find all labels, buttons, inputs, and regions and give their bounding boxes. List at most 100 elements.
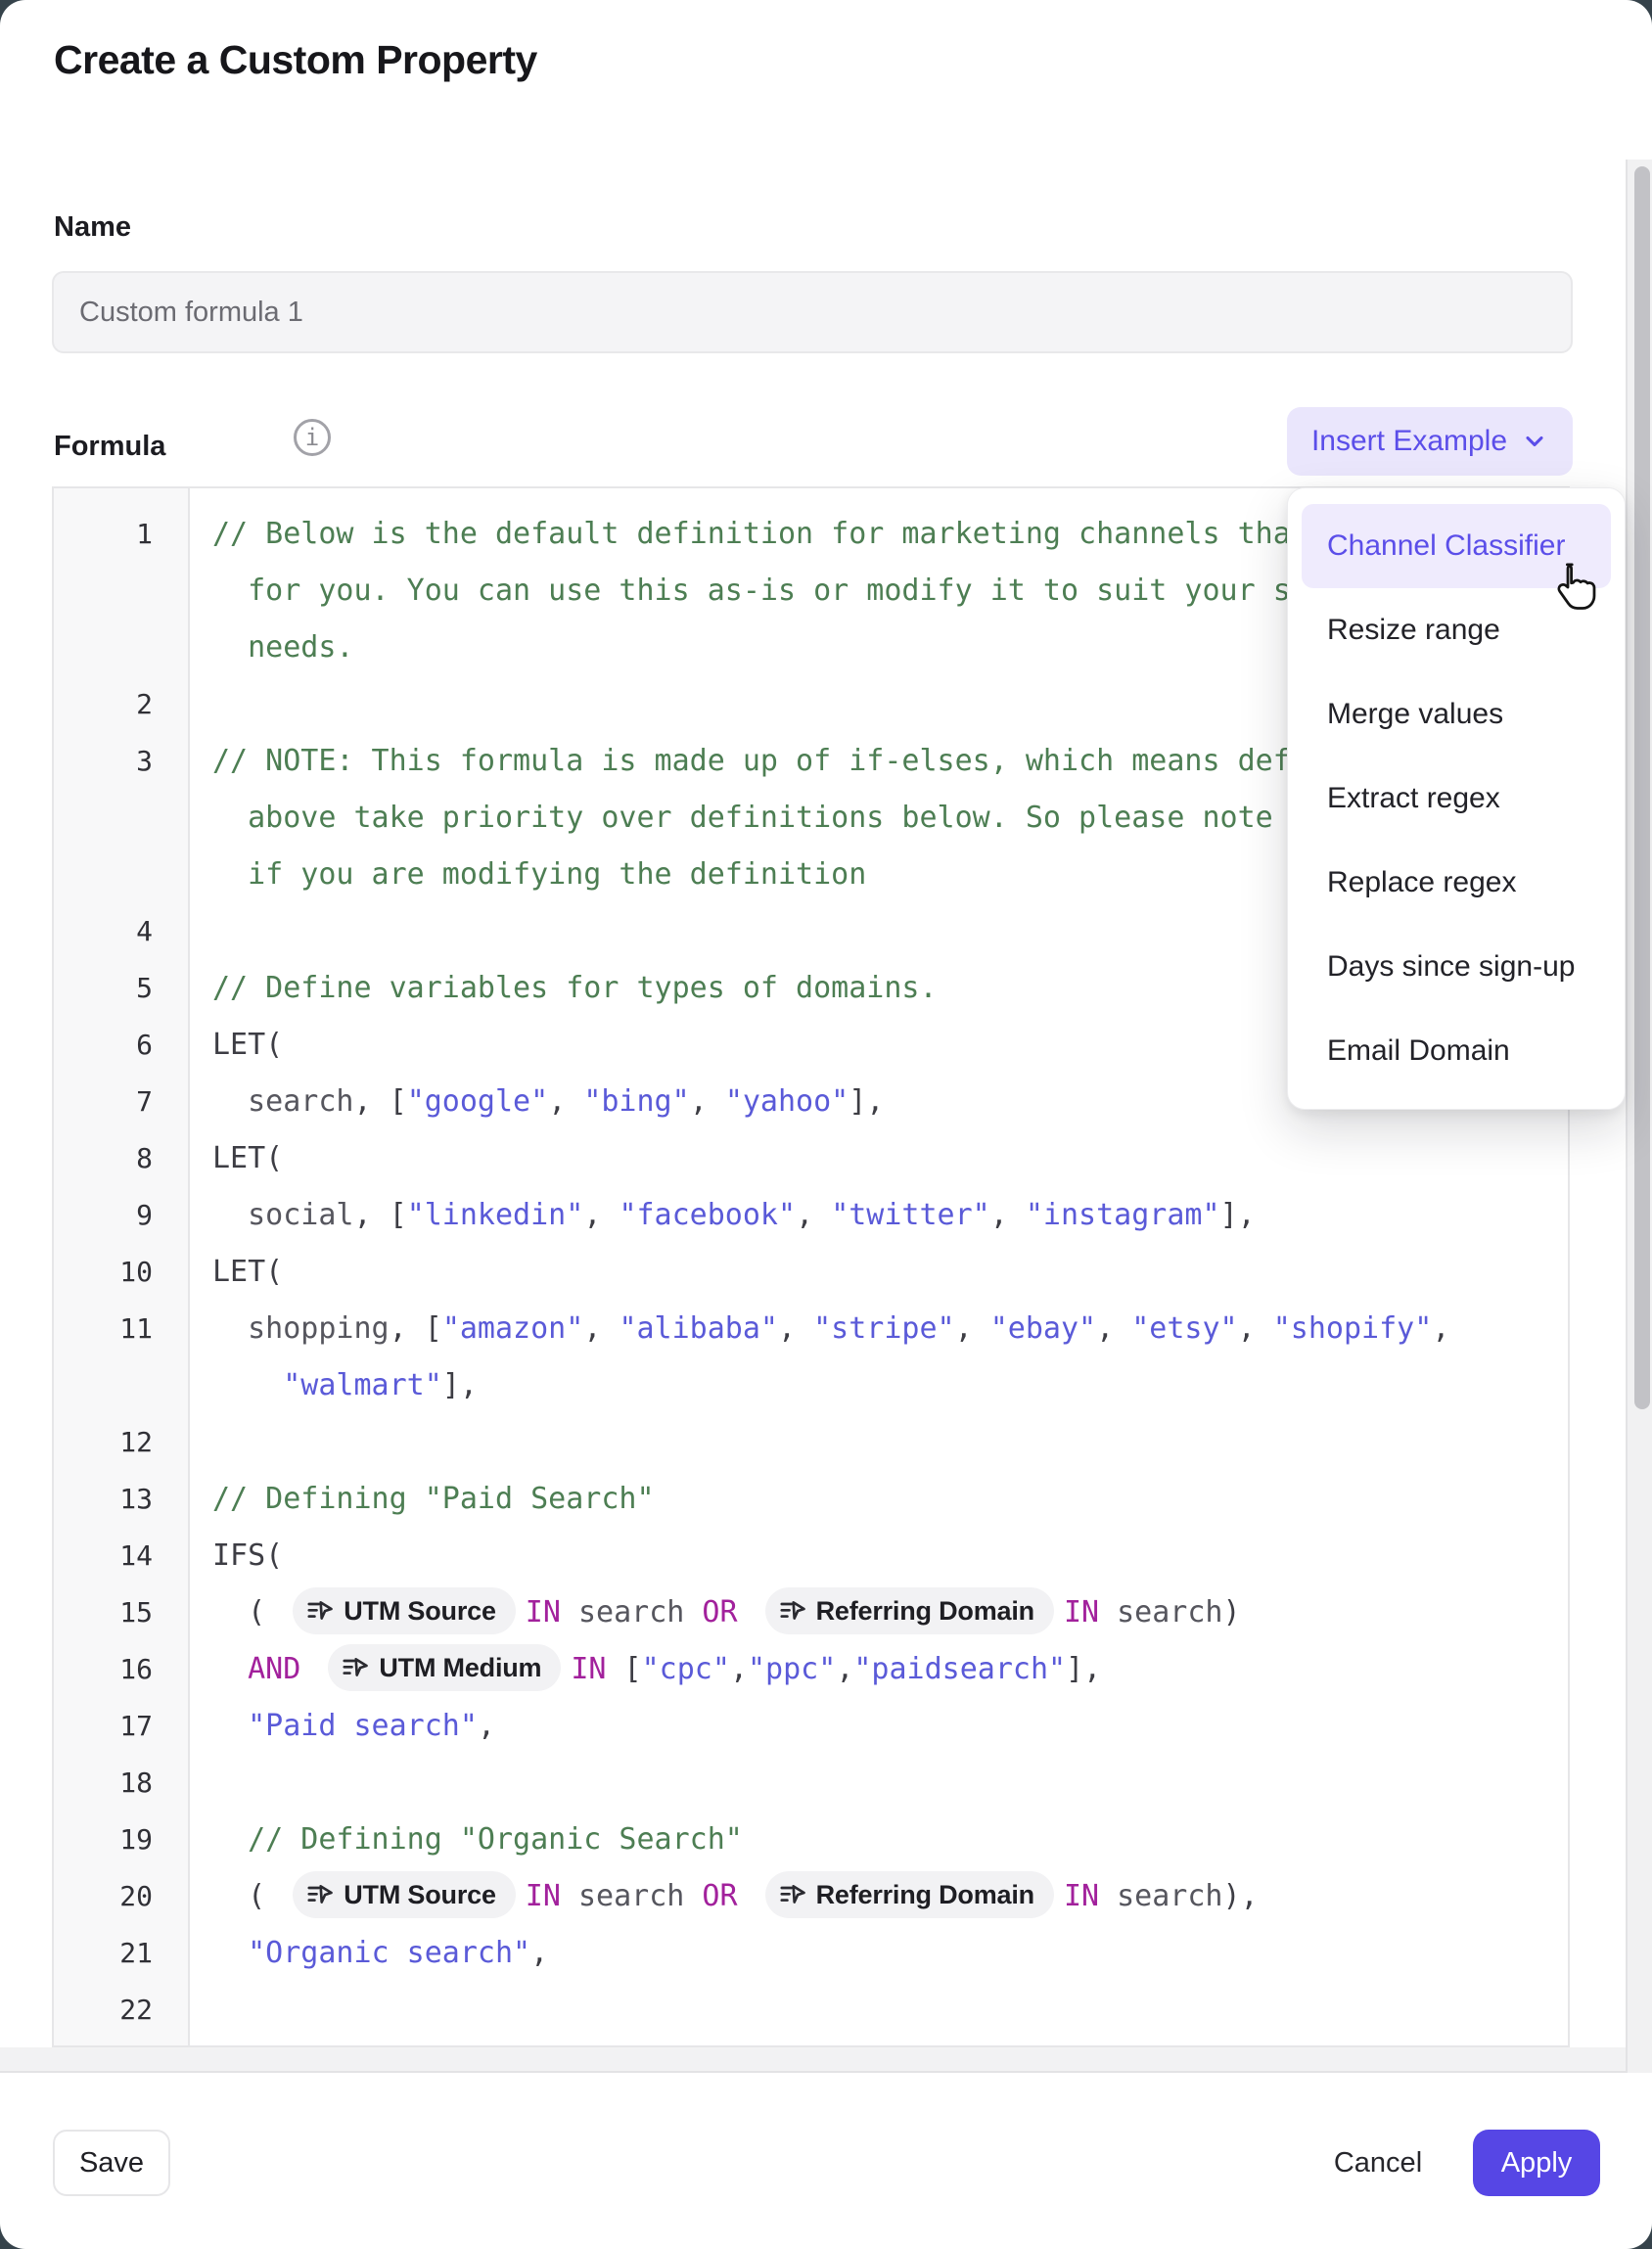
line-number: 7 — [54, 1074, 188, 1130]
cancel-button[interactable]: Cancel — [1324, 2130, 1432, 2196]
insert-example-button[interactable]: Insert Example — [1287, 407, 1573, 476]
insert-example-label: Insert Example — [1311, 425, 1507, 458]
info-icon[interactable]: i — [294, 419, 331, 456]
line-number: 20 — [54, 1868, 188, 1925]
code-line[interactable]: for you. You can use this as-is or modif… — [188, 563, 1414, 620]
line-number: 9 — [54, 1187, 188, 1244]
line-number: 16 — [54, 1641, 188, 1698]
code-line[interactable]: // Defining "Paid Search" — [188, 1471, 655, 1528]
code-line[interactable]: "Paid search", — [188, 1698, 495, 1755]
property-chip-referring-domain[interactable]: Referring Domain — [765, 1587, 1054, 1634]
code-line[interactable]: ( UTM SourceIN search OR Referring Domai… — [188, 1584, 1241, 1641]
code-line[interactable]: LET( — [188, 1130, 283, 1187]
chevron-down-icon — [1521, 428, 1548, 455]
code-line[interactable] — [188, 903, 212, 960]
formula-label: Formula — [54, 431, 165, 463]
line-number — [54, 1357, 188, 1414]
save-button[interactable]: Save — [53, 2130, 170, 2196]
code-line[interactable] — [188, 1982, 212, 2039]
line-number: 5 — [54, 960, 188, 1017]
menu-item-email-domain[interactable]: Email Domain — [1302, 1009, 1611, 1093]
property-chip-utm-source[interactable]: UTM Source — [293, 1871, 516, 1918]
property-chip-label: UTM Medium — [379, 1639, 541, 1696]
line-number: 11 — [54, 1301, 188, 1357]
menu-item-channel-classifier[interactable]: Channel Classifier — [1302, 504, 1611, 588]
line-number: 4 — [54, 903, 188, 960]
menu-item-extract-regex[interactable]: Extract regex — [1302, 757, 1611, 841]
line-number — [54, 620, 188, 676]
property-chip-utm-medium[interactable]: UTM Medium — [328, 1644, 561, 1691]
menu-item-replace-regex[interactable]: Replace regex — [1302, 841, 1611, 925]
modal-scrollbar-track — [1626, 160, 1652, 2073]
code-row: "walmart"], — [54, 1357, 1568, 1414]
code-line[interactable]: // NOTE: This formula is made up of if-e… — [188, 733, 1432, 790]
code-line[interactable]: IFS( — [188, 1528, 283, 1584]
name-input[interactable] — [52, 271, 1573, 353]
property-icon — [779, 1881, 806, 1908]
line-number: 1 — [54, 506, 188, 563]
code-row: 12 — [54, 1414, 1568, 1471]
code-row: 14IFS( — [54, 1528, 1568, 1584]
menu-item-merge-values[interactable]: Merge values — [1302, 672, 1611, 757]
menu-item-resize-range[interactable]: Resize range — [1302, 588, 1611, 672]
modal-scrollbar-thumb[interactable] — [1634, 166, 1650, 1409]
line-number: 19 — [54, 1812, 188, 1868]
insert-example-menu: Channel ClassifierResize rangeMerge valu… — [1287, 487, 1626, 1110]
apply-button[interactable]: Apply — [1473, 2130, 1600, 2196]
code-line[interactable]: shopping, ["amazon", "alibaba", "stripe"… — [188, 1301, 1449, 1357]
line-number — [54, 790, 188, 847]
line-number — [54, 563, 188, 620]
line-number: 8 — [54, 1130, 188, 1187]
line-number: 22 — [54, 1982, 188, 2039]
line-number: 10 — [54, 1244, 188, 1301]
property-chip-referring-domain[interactable]: Referring Domain — [765, 1871, 1054, 1918]
code-line[interactable]: above take priority over definitions bel… — [188, 790, 1449, 847]
name-label: Name — [54, 211, 131, 244]
line-number: 2 — [54, 676, 188, 733]
code-line[interactable]: // Define variables for types of domains… — [188, 960, 938, 1017]
code-line[interactable] — [188, 1414, 212, 1471]
property-icon — [342, 1654, 369, 1681]
code-row: 19 // Defining "Organic Search" — [54, 1812, 1568, 1868]
code-row: 11 shopping, ["amazon", "alibaba", "stri… — [54, 1301, 1568, 1357]
code-line[interactable] — [188, 676, 212, 733]
code-line[interactable]: search, ["google", "bing", "yahoo"], — [188, 1074, 884, 1130]
code-line[interactable]: "Organic search", — [188, 1925, 548, 1982]
property-chip-label: Referring Domain — [816, 1866, 1034, 1923]
code-row: 15 ( UTM SourceIN search OR Referring Do… — [54, 1584, 1568, 1641]
line-number: 17 — [54, 1698, 188, 1755]
property-chip-utm-source[interactable]: UTM Source — [293, 1587, 516, 1634]
create-custom-property-modal: Create a Custom Property Name Formula i … — [0, 0, 1652, 2249]
code-line[interactable]: needs. — [188, 620, 354, 676]
code-row: 13// Defining "Paid Search" — [54, 1471, 1568, 1528]
code-row: 22 — [54, 1982, 1568, 2039]
code-row: 8LET( — [54, 1130, 1568, 1187]
property-chip-label: UTM Source — [344, 1866, 496, 1923]
code-row: 18 — [54, 1755, 1568, 1812]
code-line[interactable] — [188, 1755, 212, 1812]
code-row: 9 social, ["linkedin", "facebook", "twit… — [54, 1187, 1568, 1244]
code-line[interactable]: LET( — [188, 1244, 283, 1301]
code-line[interactable]: AND UTM MediumIN ["cpc","ppc","paidsearc… — [188, 1641, 1101, 1698]
property-chip-label: UTM Source — [344, 1583, 496, 1639]
code-line[interactable]: // Defining "Organic Search" — [188, 1812, 743, 1868]
page-title: Create a Custom Property — [54, 37, 537, 83]
menu-item-days-since-sign-up[interactable]: Days since sign-up — [1302, 925, 1611, 1009]
line-number: 12 — [54, 1414, 188, 1471]
property-chip-label: Referring Domain — [816, 1583, 1034, 1639]
line-number: 15 — [54, 1584, 188, 1641]
property-icon — [306, 1881, 334, 1908]
code-line[interactable]: ( UTM SourceIN search OR Referring Domai… — [188, 1868, 1259, 1925]
code-line[interactable]: social, ["linkedin", "facebook", "twitte… — [188, 1187, 1256, 1244]
line-number: 21 — [54, 1925, 188, 1982]
line-number: 13 — [54, 1471, 188, 1528]
line-number: 6 — [54, 1017, 188, 1074]
property-icon — [306, 1597, 334, 1625]
line-number: 14 — [54, 1528, 188, 1584]
code-line[interactable]: "walmart"], — [188, 1357, 478, 1414]
code-line[interactable]: LET( — [188, 1017, 283, 1074]
code-row: 17 "Paid search", — [54, 1698, 1568, 1755]
line-number: 3 — [54, 733, 188, 790]
editor-bottom-scroll-strip — [0, 2047, 1652, 2073]
code-line[interactable]: if you are modifying the definition — [188, 847, 866, 903]
